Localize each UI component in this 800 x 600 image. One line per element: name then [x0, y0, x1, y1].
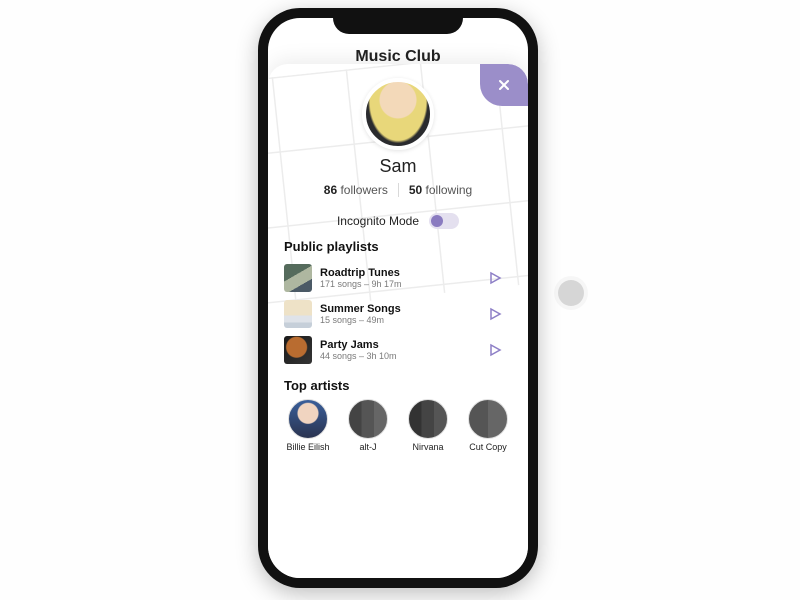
playlist-row[interactable]: Roadtrip Tunes 171 songs – 9h 17m — [284, 260, 512, 296]
playlists-section-title: Public playlists — [284, 239, 512, 254]
profile-stats: 86 followers 50 following — [268, 183, 528, 197]
artist-avatar — [408, 399, 448, 439]
playlist-text: Roadtrip Tunes 171 songs – 9h 17m — [320, 267, 476, 289]
profile-sheet: Sam 86 followers 50 following Incognito … — [268, 64, 528, 578]
incognito-row: Incognito Mode — [268, 213, 528, 229]
artist-avatar — [348, 399, 388, 439]
playlist-art — [284, 264, 312, 292]
artist-item[interactable]: Billie Eilish — [284, 399, 332, 452]
artists-section: Top artists Billie Eilish alt-J Nirvana — [268, 378, 528, 452]
followers-count: 86 — [324, 183, 337, 197]
artist-name: alt-J — [344, 442, 392, 452]
play-button[interactable] — [484, 303, 506, 325]
artist-avatar — [288, 399, 328, 439]
artist-name: Nirvana — [404, 442, 452, 452]
followers-stat[interactable]: 86 followers — [314, 183, 398, 197]
avatar[interactable] — [362, 78, 434, 150]
device-notch — [333, 8, 463, 34]
following-count: 50 — [409, 183, 422, 197]
following-stat[interactable]: 50 following — [398, 183, 482, 197]
playlist-title: Summer Songs — [320, 303, 476, 315]
playlist-meta: 171 songs – 9h 17m — [320, 279, 476, 289]
followers-label: followers — [340, 183, 387, 197]
playlist-text: Party Jams 44 songs – 3h 10m — [320, 339, 476, 361]
playlist-text: Summer Songs 15 songs – 49m — [320, 303, 476, 325]
play-icon — [487, 342, 503, 358]
artist-avatar — [468, 399, 508, 439]
profile-name: Sam — [268, 156, 528, 177]
playlist-art — [284, 300, 312, 328]
artist-item[interactable]: alt-J — [344, 399, 392, 452]
artist-item[interactable]: Nirvana — [404, 399, 452, 452]
incognito-label: Incognito Mode — [337, 214, 419, 228]
play-button[interactable] — [484, 267, 506, 289]
close-icon — [496, 77, 512, 93]
artist-name: Billie Eilish — [284, 442, 332, 452]
artist-item[interactable]: Cut Copy — [464, 399, 512, 452]
playlist-meta: 44 songs – 3h 10m — [320, 351, 476, 361]
playlist-meta: 15 songs – 49m — [320, 315, 476, 325]
app-screen: Music Club Sam 86 followers 50 following — [268, 18, 528, 578]
artist-name: Cut Copy — [464, 442, 512, 452]
device-frame: Music Club Sam 86 followers 50 following — [258, 8, 538, 588]
playlist-title: Party Jams — [320, 339, 476, 351]
playlist-row[interactable]: Party Jams 44 songs – 3h 10m — [284, 332, 512, 368]
following-label: following — [426, 183, 473, 197]
artists-list: Billie Eilish alt-J Nirvana Cut Copy — [284, 399, 512, 452]
play-button[interactable] — [484, 339, 506, 361]
close-button[interactable] — [480, 64, 528, 106]
playlist-row[interactable]: Summer Songs 15 songs – 49m — [284, 296, 512, 332]
artists-section-title: Top artists — [284, 378, 512, 393]
play-icon — [487, 306, 503, 322]
cursor-indicator-icon — [558, 280, 584, 306]
toggle-knob — [431, 215, 443, 227]
playlist-title: Roadtrip Tunes — [320, 267, 476, 279]
incognito-toggle[interactable] — [429, 213, 459, 229]
playlist-art — [284, 336, 312, 364]
playlists-section: Public playlists Roadtrip Tunes 171 song… — [268, 239, 528, 368]
play-icon — [487, 270, 503, 286]
